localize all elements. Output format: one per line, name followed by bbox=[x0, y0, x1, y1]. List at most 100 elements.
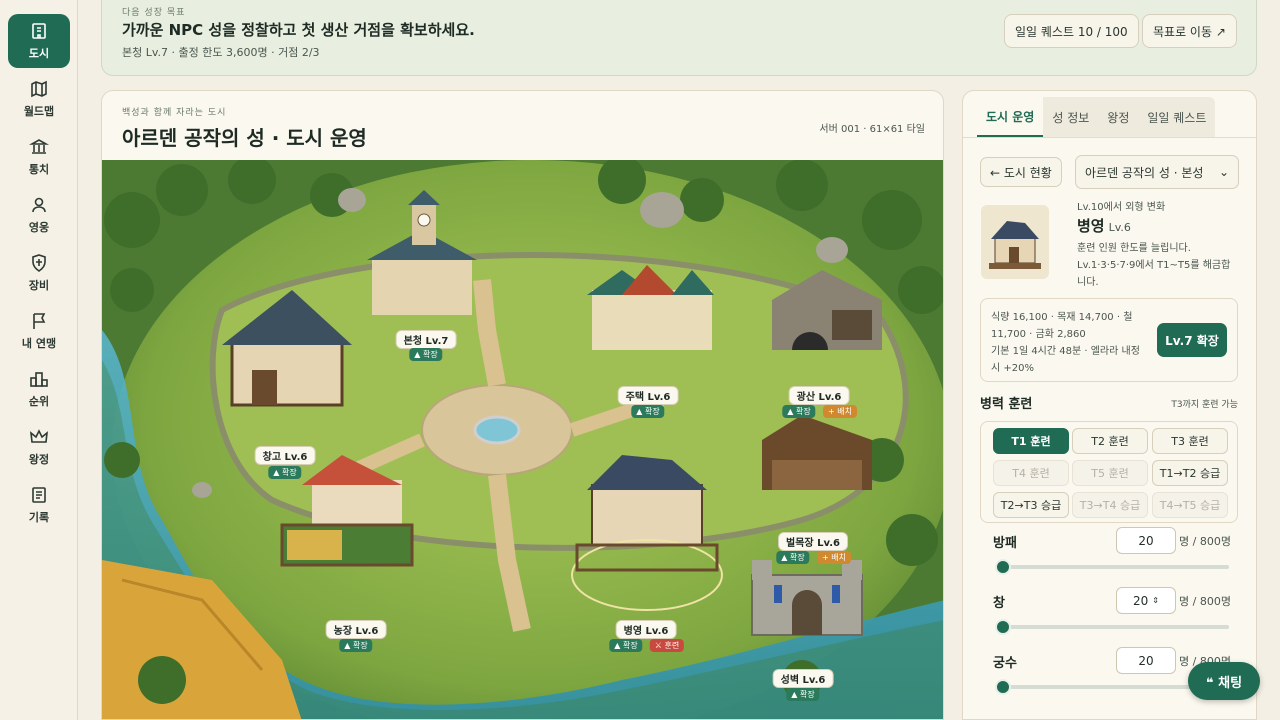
building-label-mine[interactable]: 광산 Lv.6 bbox=[788, 386, 850, 405]
unit-archer-label: 궁수 bbox=[993, 656, 1017, 671]
slider-handle[interactable] bbox=[995, 619, 1011, 635]
wall-level: Lv.6 bbox=[802, 675, 826, 686]
unit-spear-slider[interactable] bbox=[995, 619, 1229, 635]
upgrade-button[interactable]: Lv.7 확장 bbox=[1157, 323, 1227, 357]
city-select[interactable]: 아르덴 공작의 성 · 본성 ⌄ bbox=[1075, 155, 1239, 189]
building-label-residence[interactable]: 주택 Lv.6 bbox=[617, 386, 679, 405]
warehouse-level: Lv.6 bbox=[284, 452, 308, 463]
lumberyard-name: 벌목장 bbox=[786, 538, 814, 549]
building-label-lumberyard[interactable]: 벌목장 Lv.6 bbox=[778, 532, 848, 551]
nav-city-label: 도시 bbox=[28, 47, 50, 60]
t2-t3-promote-button[interactable]: T2→T3 승급 bbox=[993, 492, 1069, 518]
unit-spear-value: 20 bbox=[1133, 593, 1149, 608]
unit-shield-input[interactable]: 20 bbox=[1116, 527, 1176, 554]
building-label-farm[interactable]: 농장 Lv.6 bbox=[325, 620, 387, 639]
t5-train-button[interactable]: T5 훈련 bbox=[1072, 460, 1148, 486]
nav-hero-label: 영웅 bbox=[28, 221, 50, 234]
selected-building-name: 병영 Lv.6 bbox=[1077, 215, 1131, 236]
t4-t5-promote-button[interactable]: T4→T5 승급 bbox=[1152, 492, 1228, 518]
city-select-value: 아르덴 공작의 성 · 본성 bbox=[1085, 165, 1204, 180]
nav-records-label: 기록 bbox=[28, 511, 50, 524]
building-desc-3: 니다. bbox=[1077, 277, 1099, 288]
nav-govern-label: 통치 bbox=[28, 163, 50, 176]
goal-meta: 본청 Lv.7 · 출정 한도 3,600명 · 거점 2/3 bbox=[122, 46, 320, 59]
barracks-level: Lv.6 bbox=[645, 626, 669, 637]
unit-shield-slider[interactable] bbox=[995, 559, 1229, 575]
flag-icon bbox=[33, 313, 46, 329]
t2-train-button[interactable]: T2 훈련 bbox=[1072, 428, 1148, 454]
chevron-down-icon: ⌄ bbox=[1218, 165, 1229, 179]
back-to-city-button[interactable]: ← 도시 현황 bbox=[980, 157, 1062, 187]
farm-expand-badge[interactable]: ▲ 확장 bbox=[339, 639, 373, 652]
unit-spear-input[interactable]: 20 ⇕ bbox=[1116, 587, 1176, 614]
townhall-expand-badge[interactable]: ▲ 확장 bbox=[409, 348, 443, 361]
building-label-townhall[interactable]: 본청 Lv.7 bbox=[395, 330, 457, 349]
wall-name: 성벽 bbox=[780, 675, 800, 686]
city-panel: 백성과 함께 자라는 도시 아르덴 공작의 성 · 도시 운영 서버 001 ·… bbox=[101, 90, 944, 720]
nav-royal[interactable]: 왕정 bbox=[8, 420, 70, 474]
barracks-expand-badge[interactable]: ▲ 확장 bbox=[609, 639, 643, 652]
ranking-icon bbox=[30, 372, 48, 387]
nav-ranking[interactable]: 순위 bbox=[8, 362, 70, 416]
residence-name: 주택 bbox=[625, 392, 645, 403]
goal-title: 가까운 NPC 성을 정찰하고 첫 생산 거점을 확보하세요. bbox=[122, 21, 475, 39]
city-map[interactable]: 본청 Lv.7 ▲ 확장 주택 Lv.6 ▲ 확장 광산 Lv.6 ▲ 확장 +… bbox=[102, 160, 943, 719]
residence-level: Lv.6 bbox=[647, 392, 671, 403]
tab-city-management[interactable]: 도시 운영 bbox=[977, 97, 1044, 137]
lumberyard-level: Lv.6 bbox=[817, 538, 840, 549]
stepper-icon[interactable]: ⇕ bbox=[1152, 596, 1159, 605]
t1-train-button[interactable]: T1 훈련 bbox=[993, 428, 1069, 454]
nav-records[interactable]: 기록 bbox=[8, 478, 70, 532]
nav-equipment[interactable]: 장비 bbox=[8, 246, 70, 300]
nav-alliance[interactable]: 내 연맹 bbox=[8, 304, 70, 358]
city-map-illustration bbox=[102, 160, 943, 719]
nav-world-map-label: 월드맵 bbox=[23, 105, 55, 118]
next-goal-banner: 다음 성장 목표 가까운 NPC 성을 정찰하고 첫 생산 거점을 확보하세요.… bbox=[101, 0, 1257, 76]
t1-t2-promote-button[interactable]: T1→T2 승급 bbox=[1152, 460, 1228, 486]
nav-hero[interactable]: 영웅 bbox=[8, 188, 70, 242]
training-title: 병력 훈련 bbox=[980, 397, 1033, 412]
nav-equipment-label: 장비 bbox=[28, 279, 50, 292]
mine-expand-badge[interactable]: ▲ 확장 bbox=[782, 405, 816, 418]
lumberyard-assign-badge[interactable]: + 배치 bbox=[817, 551, 851, 564]
unit-spear-max: 명 / 800명 bbox=[1179, 595, 1231, 608]
tab-daily-quest[interactable]: 일일 퀘스트 bbox=[1138, 97, 1215, 137]
daily-quest-button[interactable]: 일일 퀘스트 10 / 100 bbox=[1004, 14, 1139, 48]
lumberyard-expand-badge[interactable]: ▲ 확장 bbox=[776, 551, 810, 564]
nav-world-map[interactable]: 월드맵 bbox=[8, 72, 70, 126]
building-name: 병영 bbox=[1077, 217, 1105, 235]
goto-goal-button[interactable]: 목표로 이동 ↗ bbox=[1142, 14, 1237, 48]
upgrade-cost-box: 식량 16,100 · 목재 14,700 · 철 11,700 · 금화 2,… bbox=[980, 298, 1238, 382]
sidebar: 도시 월드맵 통치 영웅 장비 내 연맹 순위 왕정 기록 bbox=[0, 0, 78, 720]
building-label-barracks[interactable]: 병영 Lv.6 bbox=[615, 620, 677, 639]
t3-t4-promote-button[interactable]: T3→T4 승급 bbox=[1072, 492, 1148, 518]
residence-expand-badge[interactable]: ▲ 확장 bbox=[631, 405, 665, 418]
mine-name: 광산 bbox=[796, 392, 816, 403]
mine-assign-badge[interactable]: + 배치 bbox=[823, 405, 857, 418]
unit-archer-input[interactable]: 20 bbox=[1116, 647, 1176, 674]
tab-royal[interactable]: 왕정 bbox=[1098, 97, 1138, 137]
barracks-train-badge[interactable]: ⚔ 훈련 bbox=[649, 639, 685, 652]
nav-city[interactable]: 도시 bbox=[8, 14, 70, 68]
chat-button[interactable]: ❝ 채팅 bbox=[1188, 662, 1260, 700]
nav-govern[interactable]: 통치 bbox=[8, 130, 70, 184]
t3-train-button[interactable]: T3 훈련 bbox=[1152, 428, 1228, 454]
barracks-thumbnail bbox=[981, 205, 1049, 279]
wall-expand-badge[interactable]: ▲ 확장 bbox=[786, 688, 820, 701]
nav-ranking-label: 순위 bbox=[28, 395, 50, 408]
barracks-name: 병영 bbox=[623, 626, 643, 637]
building-label-wall[interactable]: 성벽 Lv.6 bbox=[772, 669, 834, 688]
nav-royal-label: 왕정 bbox=[28, 453, 50, 466]
tab-castle-info[interactable]: 성 정보 bbox=[1043, 97, 1098, 137]
building-desc-2: Lv.1·3·5·7·9에서 T1~T5를 해금합 bbox=[1077, 260, 1231, 271]
townhall-name: 본청 bbox=[403, 336, 423, 347]
t4-train-button[interactable]: T4 훈련 bbox=[993, 460, 1069, 486]
shield-icon bbox=[32, 254, 46, 272]
warehouse-expand-badge[interactable]: ▲ 확장 bbox=[268, 466, 302, 479]
cost-line-4: 시 +20% bbox=[991, 363, 1034, 374]
slider-handle[interactable] bbox=[995, 559, 1011, 575]
hero-icon bbox=[32, 197, 46, 213]
building-label-warehouse[interactable]: 창고 Lv.6 bbox=[254, 446, 316, 465]
server-meta: 서버 001 · 61×61 타일 bbox=[819, 124, 925, 135]
slider-handle[interactable] bbox=[995, 679, 1011, 695]
